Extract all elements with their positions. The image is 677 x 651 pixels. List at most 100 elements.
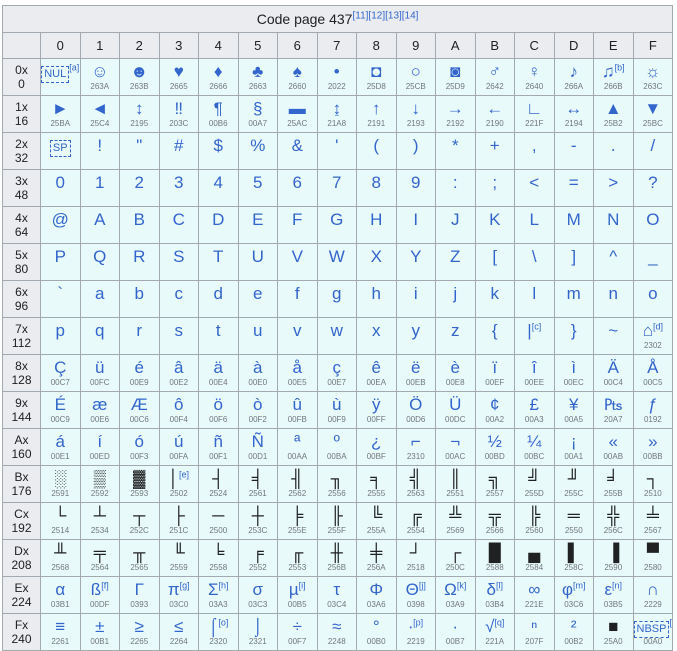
char-cell[interactable]: δ[l] 03B4 [474,576,515,614]
char-cell[interactable]: 9 [395,169,436,207]
char-cell[interactable]: = [553,169,594,207]
footnote-link[interactable]: [e] [179,469,189,479]
char-cell[interactable]: ↕ 2195 [119,95,160,133]
char-cell[interactable]: ç 00E7 [316,354,357,392]
char-cell[interactable]: < [514,169,555,207]
char-cell[interactable]: % [237,132,278,170]
char-cell[interactable]: £00A3 [514,391,555,429]
char-cell[interactable]: ↨ 21A8 [316,95,357,133]
char-cell[interactable]: : [435,169,476,207]
char-cell[interactable]: 6 [277,169,318,207]
char-cell[interactable]: { [474,317,515,355]
char-cell[interactable]: ◘ 25D8 [356,58,397,96]
char-cell[interactable]: â 00E2 [158,354,199,392]
footnote-link[interactable]: [f] [101,580,109,590]
footnote-link[interactable]: [k] [457,580,467,590]
char-cell[interactable]: ^ [593,243,634,281]
char-cell[interactable]: ö 00F6 [198,391,239,429]
char-cell[interactable]: ¢ 00A2 [474,391,515,429]
char-cell[interactable]: h [356,280,397,318]
char-cell[interactable]: ⌡ 2321 [237,613,278,651]
char-cell[interactable]: e [237,280,278,318]
char-cell[interactable]: x [356,317,397,355]
char-cell[interactable]: ╫ 256B [316,539,357,577]
char-cell[interactable]: ▓ 2593 [119,465,160,503]
char-cell[interactable]: W [316,243,357,281]
char-cell[interactable]: ▌ 258C [553,539,594,577]
char-cell[interactable]: S [158,243,199,281]
char-cell[interactable]: P [40,243,81,281]
char-cell[interactable]: í 00ED [79,428,120,466]
char-cell[interactable]: ← 2190 [474,95,515,133]
char-cell[interactable]: É 00C9 [40,391,81,429]
footnote-link[interactable]: [h] [219,580,229,590]
footnote-link[interactable]: [r] [669,617,671,627]
footnote-link[interactable]: [g] [180,580,190,590]
char-cell[interactable]: ƒ 0192 [632,391,674,429]
char-cell[interactable]: » 00BB [632,428,674,466]
char-cell[interactable]: å 00E5 [277,354,318,392]
char-cell[interactable]: ¡ 00A1 [553,428,594,466]
char-cell[interactable]: # [158,132,199,170]
char-cell[interactable]: ╠ 2560 [514,502,555,540]
char-cell[interactable]: ä 00E4 [198,354,239,392]
char-cell[interactable]: ì 00EC [553,354,594,392]
char-cell[interactable]: Ä 00C4 [593,354,634,392]
char-cell[interactable]: é 00E9 [119,354,160,392]
char-cell[interactable]: a [79,280,120,318]
char-cell[interactable]: φ[m] 03C6 [553,576,594,614]
char-cell[interactable]: \ [514,243,555,281]
char-cell[interactable]: ♥ 2665 [158,58,199,96]
char-cell[interactable]: √[q] 221A [474,613,515,651]
char-cell[interactable]: ⌂[d] 2302 [632,317,674,355]
char-cell[interactable]: ≡ 2261 [40,613,81,651]
char-cell[interactable]: K [474,206,515,244]
char-cell[interactable]: X [356,243,397,281]
char-cell[interactable]: Θ[j] 0398 [395,576,436,614]
char-cell[interactable]: π[g] 03C0 [158,576,199,614]
char-cell[interactable]: ╧ 2567 [632,502,674,540]
char-cell[interactable]: } [553,317,594,355]
char-cell[interactable]: Å 00C5 [632,354,674,392]
footnote-link[interactable]: [n] [612,580,622,590]
char-cell[interactable]: ╒ 2552 [237,539,278,577]
char-cell[interactable]: ª 00AA [277,428,318,466]
char-cell[interactable]: ∞ 221E [514,576,555,614]
char-cell[interactable]: ╘ 2558 [198,539,239,577]
char-cell[interactable]: c [158,280,199,318]
char-cell[interactable]: [ [474,243,515,281]
char-cell[interactable]: I [395,206,436,244]
char-cell[interactable]: ╡ 2561 [237,465,278,503]
char-cell[interactable]: i [395,280,436,318]
char-cell[interactable]: / [632,132,674,170]
char-cell[interactable]: ▄ 2584 [514,539,555,577]
char-cell[interactable]: ‼ 203C [158,95,199,133]
char-cell[interactable]: ╬ 256C [593,502,634,540]
char-cell[interactable]: ♦ 2666 [198,58,239,96]
char-cell[interactable]: ¿ 00BF [356,428,397,466]
char-cell[interactable]: ♂ 2642 [474,58,515,96]
char-cell[interactable]: ( [356,132,397,170]
char-cell[interactable]: ÿ 00FF [356,391,397,429]
char-cell[interactable]: ║ 2551 [435,465,476,503]
char-cell[interactable]: ♪ 266A [553,58,594,96]
char-cell[interactable]: µ[i] 00B5 [277,576,318,614]
char-cell[interactable]: ½ 00BD [474,428,515,466]
char-cell[interactable]: ⌠[o] 2320 [198,613,239,651]
footnote-link[interactable]: [m] [573,580,586,590]
char-cell[interactable]: 8 [356,169,397,207]
char-cell[interactable]: ╤ 2564 [79,539,120,577]
char-cell[interactable]: Ç 00C7 [40,354,81,392]
char-cell[interactable]: ╜ 255C [553,465,594,503]
char-cell[interactable]: ╟ 255F [316,502,357,540]
char-cell[interactable]: Φ 03A6 [356,576,397,614]
char-cell[interactable]: • 2022 [316,58,357,96]
char-cell[interactable]: ∩ 2229 [632,576,674,614]
char-cell[interactable]: ■ 25A0 [593,613,634,651]
char-cell[interactable]: ≈2248 [316,613,357,651]
char-cell[interactable]: 0 [40,169,81,207]
char-cell[interactable]: ≥2265 [119,613,160,651]
char-cell[interactable]: $ [198,132,239,170]
char-cell[interactable]: ═ 2550 [553,502,594,540]
char-cell[interactable]: ┐ 2510 [632,465,674,503]
